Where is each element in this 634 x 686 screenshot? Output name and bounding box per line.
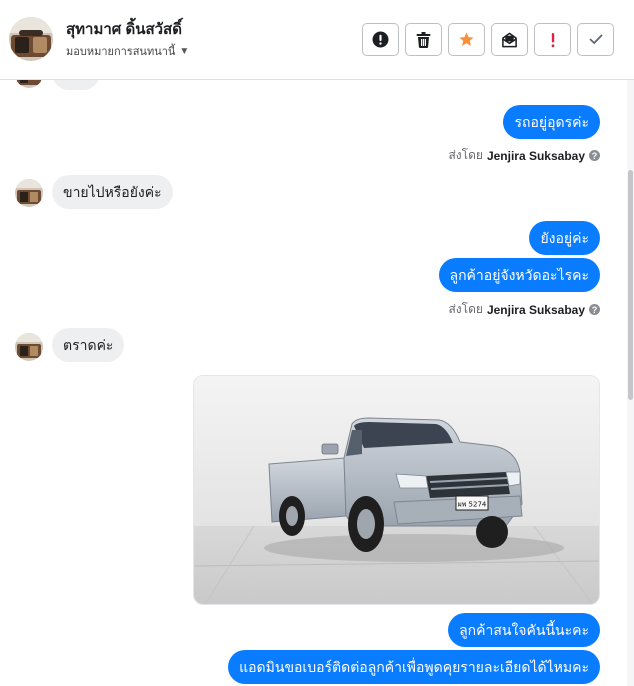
conversation-actions <box>362 23 614 56</box>
message-incoming: ครับ <box>52 80 100 90</box>
message-outgoing: รถอยู่อุดรค่ะ <box>503 105 600 139</box>
question-icon[interactable]: ? <box>589 304 600 315</box>
scrollbar-thumb[interactable] <box>628 170 633 400</box>
checkmark-icon <box>589 34 602 44</box>
message-text: ครับ <box>52 80 100 90</box>
mark-done-button[interactable] <box>577 23 614 56</box>
assign-label: มอบหมายการสนทนานี้ <box>66 46 176 58</box>
message-outgoing: แอดมินขอเบอร์ติดต่อลูกค้าเพื่อพูดคุยรายล… <box>228 650 600 684</box>
message-thread[interactable]: ครับ รถอยู่อุดรค่ะ ส่งโดย Jenjira Suksab… <box>0 80 627 686</box>
sent-by-prefix: ส่งโดย <box>448 302 483 316</box>
thread-scrollbar[interactable] <box>627 80 634 686</box>
message-text: ยังอยู่ค่ะ <box>529 221 600 255</box>
question-icon[interactable]: ? <box>589 150 600 161</box>
exclamation-circle-icon <box>372 31 389 48</box>
trash-icon <box>416 31 431 48</box>
sent-by-prefix: ส่งโดย <box>448 148 483 162</box>
mark-spam-button[interactable] <box>362 23 399 56</box>
star-button[interactable] <box>448 23 485 56</box>
caret-down-icon: ▼ <box>179 45 190 57</box>
message-incoming: ขายไปหรือยังค่ะ <box>52 175 173 209</box>
delete-button[interactable] <box>405 23 442 56</box>
message-outgoing: ลูกค้าอยู่จังหวัดอะไรคะ <box>438 258 600 292</box>
contact-avatar-small <box>15 179 43 207</box>
pickup-truck-image: ผพ 5274 <box>194 376 599 604</box>
sender-name[interactable]: Jenjira Suksabay <box>487 149 585 163</box>
sent-by-label: ส่งโดย Jenjira Suksabay ? <box>448 146 600 165</box>
message-text: ขายไปหรือยังค่ะ <box>52 175 173 209</box>
message-outgoing: ยังอยู่ค่ะ <box>529 221 600 255</box>
contact-avatar-small <box>15 80 43 88</box>
contact-avatar[interactable] <box>9 17 53 61</box>
message-outgoing: ลูกค้าสนใจคันนี้นะคะ <box>448 613 600 647</box>
message-text: ตราดค่ะ <box>52 328 125 362</box>
mark-unread-button[interactable] <box>491 23 528 56</box>
message-text: รถอยู่อุดรค่ะ <box>503 105 600 139</box>
exclamation-icon <box>551 32 554 47</box>
envelope-icon <box>502 32 517 47</box>
follow-up-button[interactable] <box>534 23 571 56</box>
star-icon <box>459 32 474 46</box>
assign-conversation-dropdown[interactable]: มอบหมายการสนทนานี้ ▼ <box>66 42 189 60</box>
message-text: ลูกค้าอยู่จังหวัดอะไรคะ <box>438 258 600 292</box>
conversation-header: สุทามาศ ดิ้นสวัสดิ์ มอบหมายการสนทนานี้ ▼ <box>0 0 634 80</box>
contact-avatar-small <box>15 333 43 361</box>
message-text: ลูกค้าสนใจคันนี้นะคะ <box>448 613 600 647</box>
license-plate: ผพ 5274 <box>458 501 487 509</box>
message-incoming: ตราดค่ะ <box>52 328 125 362</box>
sent-by-label: ส่งโดย Jenjira Suksabay ? <box>448 300 600 319</box>
sender-name[interactable]: Jenjira Suksabay <box>487 303 585 317</box>
message-photo[interactable]: ผพ 5274 <box>193 375 600 605</box>
contact-name: สุทามาศ ดิ้นสวัสดิ์ <box>66 21 182 38</box>
message-text: แอดมินขอเบอร์ติดต่อลูกค้าเพื่อพูดคุยรายล… <box>228 650 600 684</box>
